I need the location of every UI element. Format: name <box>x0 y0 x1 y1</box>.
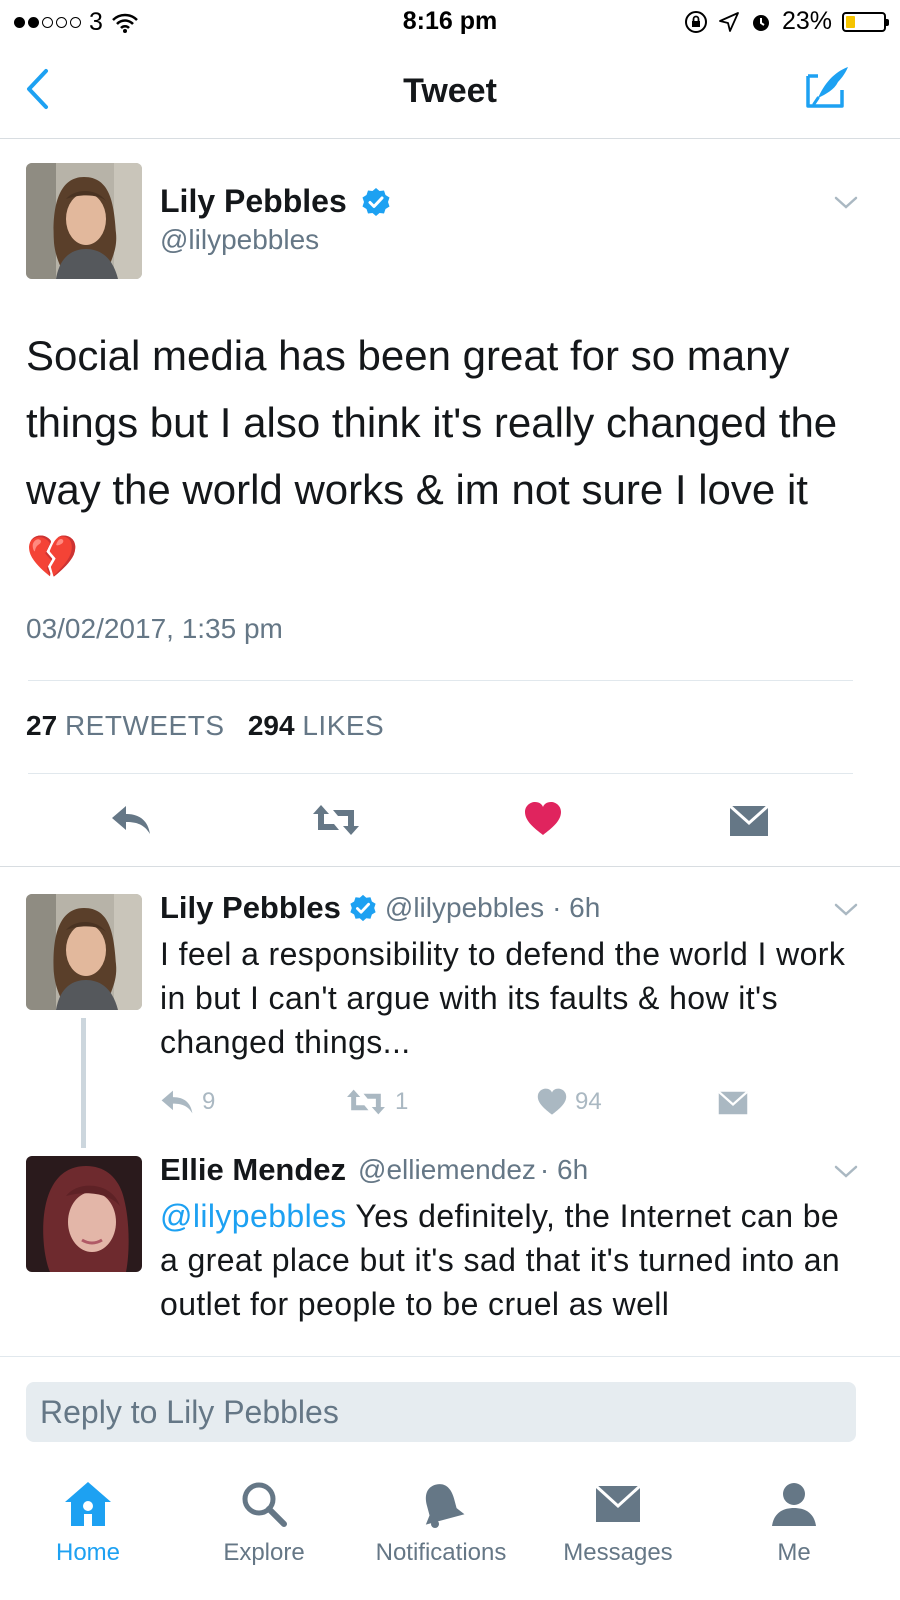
reply-author-handle[interactable]: @lilypebbles <box>385 892 544 924</box>
orientation-lock-icon <box>684 10 707 33</box>
tab-label: Messages <box>563 1539 673 1566</box>
retweet-count: 1 <box>395 1088 409 1115</box>
reply-avatar[interactable] <box>26 1156 142 1272</box>
person-icon <box>772 1483 816 1526</box>
reply-avatar[interactable] <box>26 894 142 1010</box>
reply-action[interactable]: 9 <box>160 1088 215 1116</box>
tweet-text: Social media has been great for so many … <box>26 322 856 590</box>
envelope-icon <box>594 1484 642 1522</box>
like-count: 94 <box>575 1088 602 1115</box>
direct-message-icon[interactable] <box>717 1091 749 1115</box>
likes-label[interactable]: LIKES <box>302 710 384 741</box>
reply-author-name[interactable]: Ellie Mendez <box>160 1152 346 1188</box>
retweet-action[interactable]: 1 <box>345 1088 408 1116</box>
bell-icon <box>425 1484 465 1528</box>
like-action[interactable]: 94 <box>537 1088 602 1116</box>
reply-text: @lilypebbles Yes definitely, the Interne… <box>160 1194 860 1354</box>
chevron-down-icon[interactable] <box>834 1164 858 1180</box>
divider <box>28 773 853 774</box>
reply-text: I feel a responsibility to defend the wo… <box>160 936 846 1060</box>
tab-label: Explore <box>223 1539 305 1566</box>
chevron-down-icon[interactable] <box>834 902 858 918</box>
retweet-icon[interactable] <box>345 1088 387 1116</box>
tab-messages[interactable]: Messages <box>530 1480 706 1567</box>
reply-time: · 6h <box>539 1154 589 1185</box>
reply-header: Lily Pebbles @lilypebbles · 6h <box>160 890 600 926</box>
divider <box>0 866 900 867</box>
thread-line <box>81 1018 86 1148</box>
chevron-down-icon[interactable] <box>834 195 858 211</box>
direct-message-icon[interactable] <box>729 805 769 837</box>
home-icon <box>65 1482 111 1526</box>
mention-link[interactable]: @lilypebbles <box>160 1198 347 1234</box>
battery-percent: 23% <box>781 7 832 35</box>
alarm-icon <box>752 14 769 31</box>
verified-badge-icon <box>362 188 390 216</box>
tweet-timestamp: 03/02/2017, 1:35 pm <box>26 613 283 644</box>
status-right-group: 23% <box>684 7 889 36</box>
reply-count: 9 <box>202 1088 216 1115</box>
retweet-icon[interactable] <box>311 803 361 837</box>
author-handle[interactable]: @lilypebbles <box>160 224 319 256</box>
reply-icon[interactable] <box>160 1088 194 1116</box>
tab-label: Home <box>55 1539 121 1566</box>
tweet-text-body: Social media has been great for so many … <box>26 332 838 513</box>
retweets-count[interactable]: 27 <box>26 710 57 741</box>
divider <box>28 680 853 681</box>
tweet-stats: 27 RETWEETS 294 LIKES <box>26 710 384 742</box>
retweets-label[interactable]: RETWEETS <box>65 710 225 741</box>
status-bar: 3 8:16 pm 23% <box>0 0 900 44</box>
tab-explore[interactable]: Explore <box>176 1480 352 1567</box>
author-name[interactable]: Lily Pebbles <box>160 183 347 220</box>
reply-author-handle[interactable]: @elliemendez <box>358 1154 536 1186</box>
tab-label: Me <box>777 1539 811 1566</box>
page-title: Tweet <box>403 72 497 110</box>
broken-heart-emoji: 💔 <box>26 533 79 580</box>
divider <box>0 1356 900 1357</box>
tab-home[interactable]: Home <box>0 1480 176 1567</box>
battery-icon <box>842 11 889 32</box>
tab-label: Notifications <box>375 1539 507 1566</box>
compose-tweet-icon[interactable] <box>804 64 852 110</box>
tab-me[interactable]: Me <box>706 1480 882 1567</box>
nav-bar: Tweet <box>0 50 900 139</box>
author-avatar[interactable] <box>26 163 142 279</box>
reply-input-placeholder: Reply to Lily Pebbles <box>40 1394 339 1430</box>
reply-input[interactable]: Reply to Lily Pebbles <box>26 1382 856 1442</box>
reply-header: Ellie Mendez @elliemendez · 6h <box>160 1152 588 1188</box>
reply-time: · 6h <box>552 892 601 923</box>
likes-count[interactable]: 294 <box>248 710 295 741</box>
search-icon <box>242 1482 287 1527</box>
verified-badge-icon <box>350 894 376 922</box>
reply-icon[interactable] <box>110 803 152 837</box>
heart-icon[interactable] <box>537 1088 567 1116</box>
tab-notifications[interactable]: Notifications <box>353 1480 529 1567</box>
location-icon <box>719 11 739 32</box>
like-heart-icon[interactable] <box>524 802 562 836</box>
reply-author-name[interactable]: Lily Pebbles <box>160 890 341 926</box>
